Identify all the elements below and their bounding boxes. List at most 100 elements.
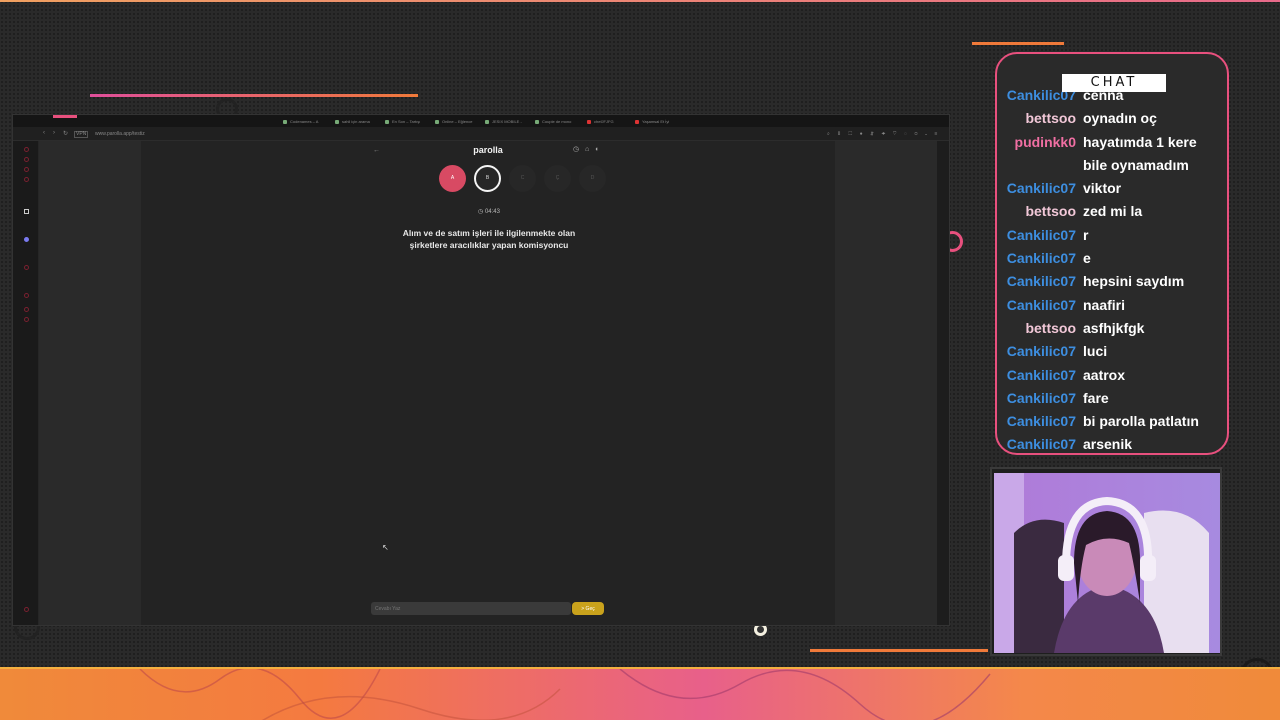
question-text: Alım ve de satım işleri ile ilgilenmekte… — [402, 228, 576, 250]
chat-text: naafiri — [1083, 296, 1126, 313]
chat-message: Cankilic07 fare — [997, 387, 1227, 410]
webcam-feed — [994, 473, 1220, 653]
sidebar-icon[interactable] — [24, 237, 29, 242]
sidebar-icon[interactable] — [24, 307, 29, 312]
tab-label: Yaşamsal Et İyi — [642, 119, 670, 124]
chat-text: hayatımda 1 kere bile oynamadım — [1083, 133, 1197, 173]
tab-label: sahil için arama — [342, 119, 370, 124]
back-icon[interactable]: ‹ — [43, 130, 45, 136]
chat-text: fare — [1083, 389, 1109, 406]
tab-favicon-icon — [283, 119, 287, 124]
chat-username: Cankilic07 — [1006, 436, 1076, 453]
extension-icons[interactable]: ⌕ ▯ ⬚ ● ⇵ ✦ ♡ ◌ ⊙ ▵ ≡ — [827, 131, 940, 137]
browser-tab[interactable]: sahil için arama — [335, 117, 370, 126]
chat-text: hepsini saydım — [1083, 273, 1185, 290]
browser-tab[interactable]: JESIX MOBILE - — [485, 117, 522, 126]
browser-tab[interactable]: En Son – Tartışı — [385, 117, 420, 126]
mouse-cursor-icon: ↖ — [382, 543, 389, 552]
tab-label: Online – Eğlence — [442, 119, 473, 124]
screen-capture: Codenames – A sahil için arama En Son – Ta… — [12, 114, 950, 626]
overlay-accent-bar — [972, 42, 1064, 45]
top-accent-line — [0, 0, 1280, 2]
parolla-game: ← parolla ◷ ⌂ ◐ A B C Ç D ◷ 04:43 Alım v… — [141, 141, 835, 625]
chat-message: Cankilic07 r — [997, 224, 1227, 247]
letter-a: A — [439, 165, 466, 192]
sidebar-icon[interactable] — [24, 317, 29, 322]
arrow-left-icon[interactable]: ← — [373, 147, 380, 154]
chat-message: Cankilic07 bi parolla patlatın — [997, 410, 1227, 433]
webcam-frame — [990, 467, 1222, 656]
chat-username: Cankilic07 — [1006, 366, 1076, 383]
chat-text: zed mi la — [1083, 203, 1143, 220]
sidebar-icon[interactable] — [24, 293, 29, 298]
sidebar-icon[interactable] — [24, 209, 29, 214]
browser-tab-strip: Codenames – A sahil için arama En Son – Ta… — [13, 115, 949, 127]
letter-cc: Ç — [544, 165, 571, 192]
letter-d: D — [579, 165, 606, 192]
page-left-gutter — [39, 141, 141, 625]
active-tab-indicator — [53, 115, 77, 118]
chat-text: bi parolla patlatın — [1083, 413, 1199, 430]
chat-username: Cankilic07 — [1006, 273, 1076, 290]
letter-b: B — [474, 165, 501, 192]
chat-message: Cankilic07 aatrox — [997, 364, 1227, 387]
vpn-badge[interactable]: VPN — [74, 131, 89, 138]
chat-message: pudinkk0 hayatımda 1 kere bile oynamadım — [997, 131, 1227, 178]
chat-message: bettsoo asfhjkfgk — [997, 317, 1227, 340]
chat-text: luci — [1083, 343, 1108, 360]
chat-text: e — [1083, 250, 1091, 267]
forward-icon[interactable]: › — [53, 130, 55, 136]
chat-message: Cankilic07 e — [997, 247, 1227, 270]
sidebar-icon[interactable] — [24, 177, 29, 182]
chat-message: Cankilic07 luci — [997, 340, 1227, 363]
tab-favicon-icon — [385, 119, 389, 124]
chat-username: bettsoo — [1025, 110, 1076, 127]
chat-text: aatrox — [1083, 366, 1126, 383]
answer-input[interactable] — [371, 602, 571, 615]
chat-text: viktor — [1083, 180, 1122, 197]
chat-username: Cankilic07 — [1006, 250, 1076, 267]
chat-message: Cankilic07 hepsini saydım — [997, 270, 1227, 293]
sidebar-icon[interactable] — [24, 147, 29, 152]
page-right-gutter — [835, 141, 937, 625]
sidebar-icon[interactable] — [24, 607, 29, 612]
sidebar-icon[interactable] — [24, 157, 29, 162]
chat-username: Cankilic07 — [1006, 226, 1076, 243]
chat-username: bettsoo — [1025, 203, 1076, 220]
chat-title: CHAT — [1062, 74, 1166, 92]
chat-panel: Cankilic07 cenna bettsoo oynadın oç pudinkk0… — [995, 52, 1229, 455]
header-icons[interactable]: ◷ ⌂ ◐ — [573, 145, 601, 153]
chat-message: bettsoo oynadın oç — [997, 107, 1227, 130]
browser-sidebar — [13, 141, 39, 625]
browser-tab[interactable]: Couple de mono — [535, 117, 571, 126]
tab-favicon-icon — [435, 119, 439, 124]
tab-label: JESIX MOBILE - — [492, 119, 522, 124]
chat-message: Cankilic07 naafiri — [997, 294, 1227, 317]
chat-message: Cankilic07 viktor — [997, 177, 1227, 200]
sidebar-icon[interactable] — [24, 167, 29, 172]
browser-tab[interactable]: chefJFJFG — [587, 117, 614, 126]
chat-username: pudinkk0 — [1014, 133, 1076, 150]
chat-text: oynadın oç — [1083, 110, 1157, 127]
pass-button[interactable]: > Geç — [572, 602, 604, 615]
address-bar[interactable]: ‹ › ↻ VPN www.parolla.app/testiz ⌕ ▯ ⬚ ●… — [13, 127, 949, 141]
letter-c: C — [509, 165, 536, 192]
tab-favicon-icon — [335, 119, 339, 124]
url-text[interactable]: www.parolla.app/testiz — [95, 131, 145, 137]
browser-tab[interactable]: Codenames – A — [283, 117, 318, 126]
chat-text: r — [1083, 226, 1089, 243]
scrollbar[interactable] — [937, 141, 949, 625]
tab-favicon-icon — [635, 119, 639, 124]
tab-favicon-icon — [485, 119, 489, 124]
chat-username: Cankilic07 — [1006, 296, 1076, 313]
chat-username: Cankilic07 — [1006, 180, 1076, 197]
sidebar-icon[interactable] — [24, 265, 29, 270]
chat-message: bettsoo zed mi la — [997, 200, 1227, 223]
overlay-bottom-band — [0, 667, 1280, 720]
reload-icon[interactable]: ↻ — [63, 130, 68, 137]
tab-favicon-icon — [535, 119, 539, 124]
browser-tab[interactable]: Online – Eğlence — [435, 117, 472, 126]
browser-tab[interactable]: Yaşamsal Et İyi — [635, 117, 669, 126]
overlay-accent-bar — [90, 94, 418, 97]
tab-favicon-icon — [587, 119, 591, 124]
